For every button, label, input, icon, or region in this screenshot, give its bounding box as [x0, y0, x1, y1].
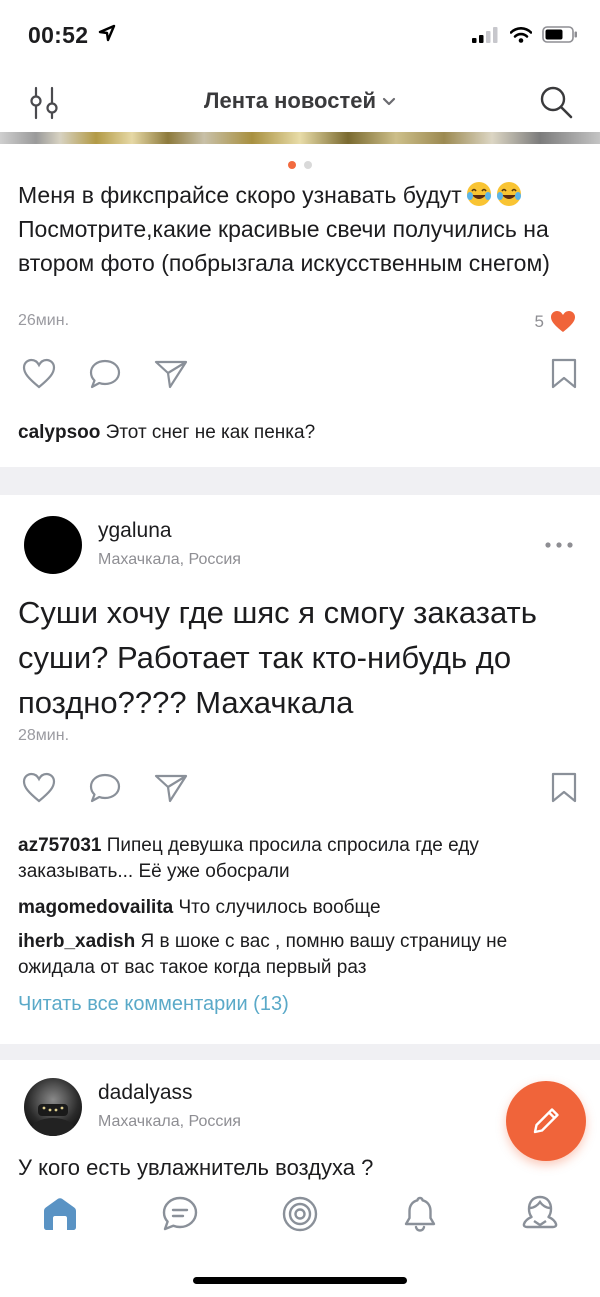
comment-author[interactable]: calypsoo	[18, 422, 100, 443]
post-time: 26мин.	[18, 312, 70, 329]
comment: iherb_xadish Я в шоке с вас , помню вашу…	[18, 929, 583, 981]
post-author[interactable]: ygaluna	[98, 519, 172, 543]
post-text: Суши хочу где шяс я смогу заказать суши?…	[18, 595, 537, 720]
wifi-icon	[510, 26, 532, 43]
comment: magomedovailita Что случилось вообще	[18, 895, 583, 921]
tab-chats-icon[interactable]	[160, 1194, 200, 1234]
tears-of-joy-emoji-icon	[466, 182, 491, 206]
tab-profile-icon[interactable]	[520, 1194, 560, 1234]
carousel-dot	[304, 161, 312, 169]
comment-text: Что случилось вообще	[178, 897, 381, 918]
post-location: Махачкала, Россия	[98, 551, 241, 568]
comment-bubble-icon[interactable]	[88, 358, 122, 390]
share-send-icon[interactable]	[154, 358, 188, 390]
battery-icon	[542, 26, 577, 43]
post-time: 28мин.	[18, 727, 70, 744]
post-text-line: Посмотрите,какие красивые свечи получили…	[18, 216, 550, 276]
chevron-down-icon	[382, 98, 396, 106]
tears-of-joy-emoji-icon	[496, 182, 521, 206]
avatar[interactable]	[24, 1078, 82, 1136]
post-author[interactable]: dadalyass	[98, 1081, 193, 1105]
carousel-pagination	[0, 161, 600, 169]
like-heart-icon[interactable]	[22, 358, 56, 390]
post-actions	[22, 358, 578, 392]
avatar-photo	[31, 1104, 75, 1136]
tab-home-icon[interactable]	[40, 1194, 80, 1234]
likes-counter[interactable]: 5	[535, 310, 576, 333]
comment-bubble-icon[interactable]	[88, 772, 122, 804]
post-text: Меня в фикспрайсе скоро узнавать будут П…	[18, 178, 583, 280]
post-location: Махачкала, Россия	[98, 1113, 241, 1130]
page-title: Лента новостей	[204, 88, 376, 113]
likes-count: 5	[534, 311, 544, 331]
carousel-dot-active	[288, 161, 296, 169]
post-text-line: Меня в фикспрайсе скоро узнавать будут	[18, 182, 462, 208]
comment: calypsoo Этот снег не как пенка?	[18, 420, 583, 446]
bookmark-icon[interactable]	[550, 358, 578, 390]
tab-discover-icon[interactable]	[280, 1194, 320, 1234]
search-icon[interactable]	[538, 84, 574, 120]
app-header: Лента новостей	[0, 72, 600, 132]
read-all-comments-link[interactable]: Читать все комментарии (13)	[18, 993, 289, 1016]
heart-filled-icon	[551, 311, 575, 332]
post-photo-carousel[interactable]	[0, 132, 600, 144]
post-text: У кого есть увлажнитель воздуха ?	[18, 1155, 374, 1180]
comment-author[interactable]: az757031	[18, 835, 101, 856]
pencil-icon	[533, 1108, 559, 1134]
home-indicator	[193, 1277, 407, 1284]
tab-notifications-bell-icon[interactable]	[400, 1194, 440, 1234]
bookmark-icon[interactable]	[550, 772, 578, 804]
comment-author[interactable]: magomedovailita	[18, 897, 173, 918]
avatar[interactable]	[24, 516, 82, 574]
comment-text: Этот снег не как пенка?	[105, 422, 316, 443]
signal-icon	[472, 26, 498, 43]
post-separator	[0, 1044, 600, 1060]
status-bar: 00:52	[0, 0, 600, 72]
post-separator	[0, 467, 600, 495]
comment: az757031 Пипец девушка просила спросила …	[18, 833, 583, 885]
location-arrow-icon	[98, 24, 116, 42]
create-post-button[interactable]	[506, 1081, 586, 1161]
share-send-icon[interactable]	[154, 772, 188, 804]
post-actions	[22, 772, 578, 806]
status-indicators	[472, 26, 578, 43]
more-options-icon[interactable]	[544, 540, 574, 550]
comment-author[interactable]: iherb_xadish	[18, 931, 135, 952]
feed-title-dropdown[interactable]: Лента новостей	[0, 88, 600, 114]
like-heart-icon[interactable]	[22, 772, 56, 804]
status-time: 00:52	[28, 22, 89, 48]
